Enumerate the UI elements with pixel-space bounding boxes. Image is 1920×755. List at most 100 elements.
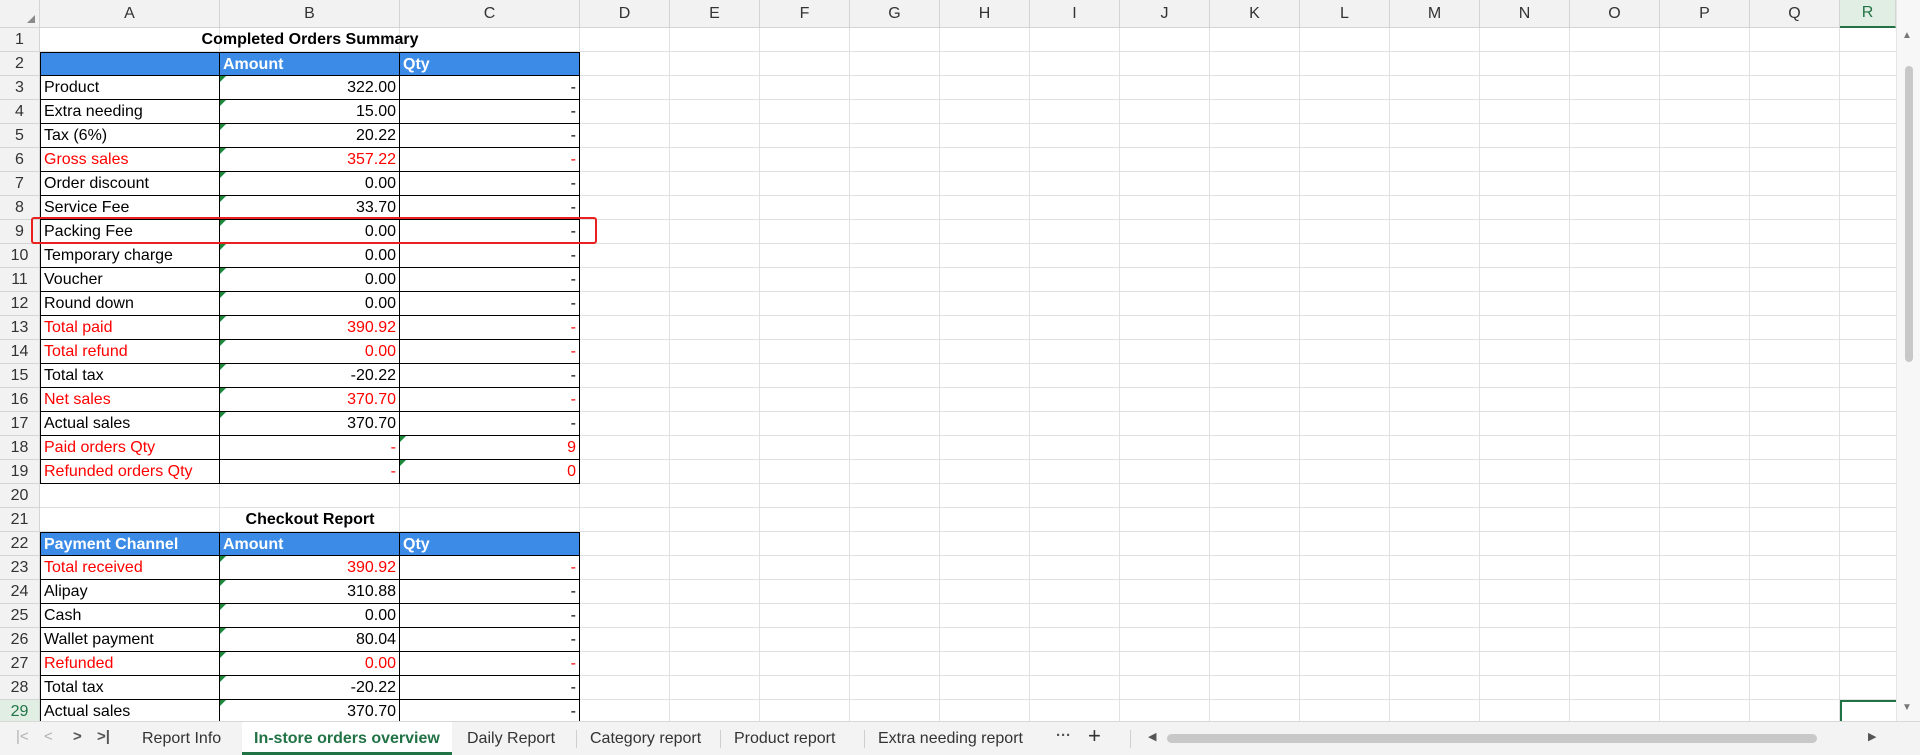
checkout_table-row-qty[interactable]: - xyxy=(400,604,580,628)
summary_table-row-amount[interactable]: - xyxy=(220,460,400,484)
summary_table-row-qty[interactable]: - xyxy=(400,196,580,220)
row-header-19[interactable]: 19 xyxy=(0,460,40,484)
summary_table-row-qty[interactable]: - xyxy=(400,244,580,268)
column-header-m[interactable]: M xyxy=(1390,0,1480,28)
row-header-18[interactable]: 18 xyxy=(0,436,40,460)
summary_table-row-qty[interactable]: - xyxy=(400,412,580,436)
summary_table-row-qty[interactable]: - xyxy=(400,148,580,172)
column-header-h[interactable]: H xyxy=(940,0,1030,28)
checkout_table-row-qty[interactable]: - xyxy=(400,652,580,676)
column-header-o[interactable]: O xyxy=(1570,0,1660,28)
row-header-6[interactable]: 6 xyxy=(0,148,40,172)
spreadsheet-grid[interactable]: ABCDEFGHIJKLMNOPQR 1 2 3 4 5 6 7 8 9 10 11 12 13 14 15… xyxy=(0,0,1896,721)
checkout_table-row-label[interactable]: Refunded xyxy=(40,652,220,676)
summary_table-row-qty[interactable]: - xyxy=(400,172,580,196)
horizontal-scroll-thumb[interactable] xyxy=(1167,734,1817,743)
summary_table-row-amount[interactable]: -20.22 xyxy=(220,364,400,388)
summary_table-row-amount[interactable]: 15.00 xyxy=(220,100,400,124)
checkout_table-row-qty[interactable]: - xyxy=(400,676,580,700)
checkout_table-row-label[interactable]: Total tax xyxy=(40,676,220,700)
row-header-15[interactable]: 15 xyxy=(0,364,40,388)
checkout_table-header-0[interactable]: Payment Channel xyxy=(40,532,220,556)
vertical-scroll-thumb[interactable] xyxy=(1905,66,1913,362)
summary_table-title[interactable]: Completed Orders Summary xyxy=(40,28,580,52)
scroll-right-icon[interactable]: ▶ xyxy=(1868,730,1876,743)
summary_table-row-label[interactable]: Refunded orders Qty xyxy=(40,460,220,484)
checkout_table-row-amount[interactable]: 310.88 xyxy=(220,580,400,604)
row-header-14[interactable]: 14 xyxy=(0,340,40,364)
summary_table-row-label[interactable]: Product xyxy=(40,76,220,100)
row-header-5[interactable]: 5 xyxy=(0,124,40,148)
summary_table-header-1[interactable]: Amount xyxy=(220,52,400,76)
summary_table-row-label[interactable]: Extra needing xyxy=(40,100,220,124)
checkout_table-row-amount[interactable]: 390.92 xyxy=(220,556,400,580)
row-header-25[interactable]: 25 xyxy=(0,604,40,628)
row-header-1[interactable]: 1 xyxy=(0,28,40,52)
tab-product-report[interactable]: Product report xyxy=(722,722,847,755)
summary_table-row-amount[interactable]: 390.92 xyxy=(220,316,400,340)
summary_table-row-amount[interactable]: 0.00 xyxy=(220,244,400,268)
row-header-28[interactable]: 28 xyxy=(0,676,40,700)
checkout_table-row-qty[interactable]: - xyxy=(400,580,580,604)
column-header-e[interactable]: E xyxy=(670,0,760,28)
checkout_table-header-2[interactable]: Qty xyxy=(400,532,580,556)
summary_table-row-amount[interactable]: 370.70 xyxy=(220,388,400,412)
summary_table-row-label[interactable]: Service Fee xyxy=(40,196,220,220)
column-header-d[interactable]: D xyxy=(580,0,670,28)
summary_table-row-label[interactable]: Total paid xyxy=(40,316,220,340)
column-header-k[interactable]: K xyxy=(1210,0,1300,28)
scroll-down-icon[interactable]: ▼ xyxy=(1902,702,1912,713)
checkout_table-row-qty[interactable]: - xyxy=(400,556,580,580)
row-header-21[interactable]: 21 xyxy=(0,508,40,532)
summary_table-row-amount[interactable]: 0.00 xyxy=(220,220,400,244)
summary_table-row-label[interactable]: Gross sales xyxy=(40,148,220,172)
summary_table-row-label[interactable]: Tax (6%) xyxy=(40,124,220,148)
summary_table-row-qty[interactable]: - xyxy=(400,316,580,340)
summary_table-row-label[interactable]: Voucher xyxy=(40,268,220,292)
row-header-20[interactable]: 20 xyxy=(0,484,40,508)
row-header-10[interactable]: 10 xyxy=(0,244,40,268)
summary_table-row-qty[interactable]: - xyxy=(400,292,580,316)
summary_table-row-qty[interactable]: - xyxy=(400,268,580,292)
column-header-n[interactable]: N xyxy=(1480,0,1570,28)
summary_table-row-qty[interactable]: 9 xyxy=(400,436,580,460)
summary_table-row-amount[interactable]: 33.70 xyxy=(220,196,400,220)
column-header-p[interactable]: P xyxy=(1660,0,1750,28)
row-header-27[interactable]: 27 xyxy=(0,652,40,676)
add-sheet-button[interactable]: + xyxy=(1088,723,1101,749)
checkout_table-row-label[interactable]: Alipay xyxy=(40,580,220,604)
row-header-7[interactable]: 7 xyxy=(0,172,40,196)
column-header-b[interactable]: B xyxy=(220,0,400,28)
checkout_table-row-amount[interactable]: 0.00 xyxy=(220,604,400,628)
summary_table-row-qty[interactable]: - xyxy=(400,388,580,412)
column-header-g[interactable]: G xyxy=(850,0,940,28)
row-header-26[interactable]: 26 xyxy=(0,628,40,652)
summary_table-row-label[interactable]: Temporary charge xyxy=(40,244,220,268)
column-header-c[interactable]: C xyxy=(400,0,580,28)
summary_table-row-label[interactable]: Round down xyxy=(40,292,220,316)
checkout_table-row-label[interactable]: Wallet payment xyxy=(40,628,220,652)
row-header-29[interactable]: 29 xyxy=(0,700,40,721)
summary_table-row-label[interactable]: Total tax xyxy=(40,364,220,388)
tab-extra-needing-report[interactable]: Extra needing report xyxy=(866,722,1035,755)
summary_table-header-0[interactable] xyxy=(40,52,220,76)
summary_table-row-amount[interactable]: 370.70 xyxy=(220,412,400,436)
column-header-a[interactable]: A xyxy=(40,0,220,28)
summary_table-row-qty[interactable]: - xyxy=(400,124,580,148)
tab-report-info[interactable]: Report Info xyxy=(130,722,233,755)
row-header-9[interactable]: 9 xyxy=(0,220,40,244)
summary_table-row-amount[interactable]: - xyxy=(220,436,400,460)
summary_table-row-qty[interactable]: 0 xyxy=(400,460,580,484)
column-header-q[interactable]: Q xyxy=(1750,0,1840,28)
column-header-j[interactable]: J xyxy=(1120,0,1210,28)
scroll-up-icon[interactable]: ▲ xyxy=(1902,30,1912,41)
summary_table-row-amount[interactable]: 322.00 xyxy=(220,76,400,100)
summary_table-row-qty[interactable]: - xyxy=(400,100,580,124)
more-sheets-button[interactable]: ··· xyxy=(1056,727,1071,744)
row-header-3[interactable]: 3 xyxy=(0,76,40,100)
summary_table-row-label[interactable]: Actual sales xyxy=(40,412,220,436)
summary_table-row-label[interactable]: Order discount xyxy=(40,172,220,196)
summary_table-row-amount[interactable]: 0.00 xyxy=(220,292,400,316)
column-header-i[interactable]: I xyxy=(1030,0,1120,28)
checkout_table-row-label[interactable]: Actual sales xyxy=(40,700,220,721)
